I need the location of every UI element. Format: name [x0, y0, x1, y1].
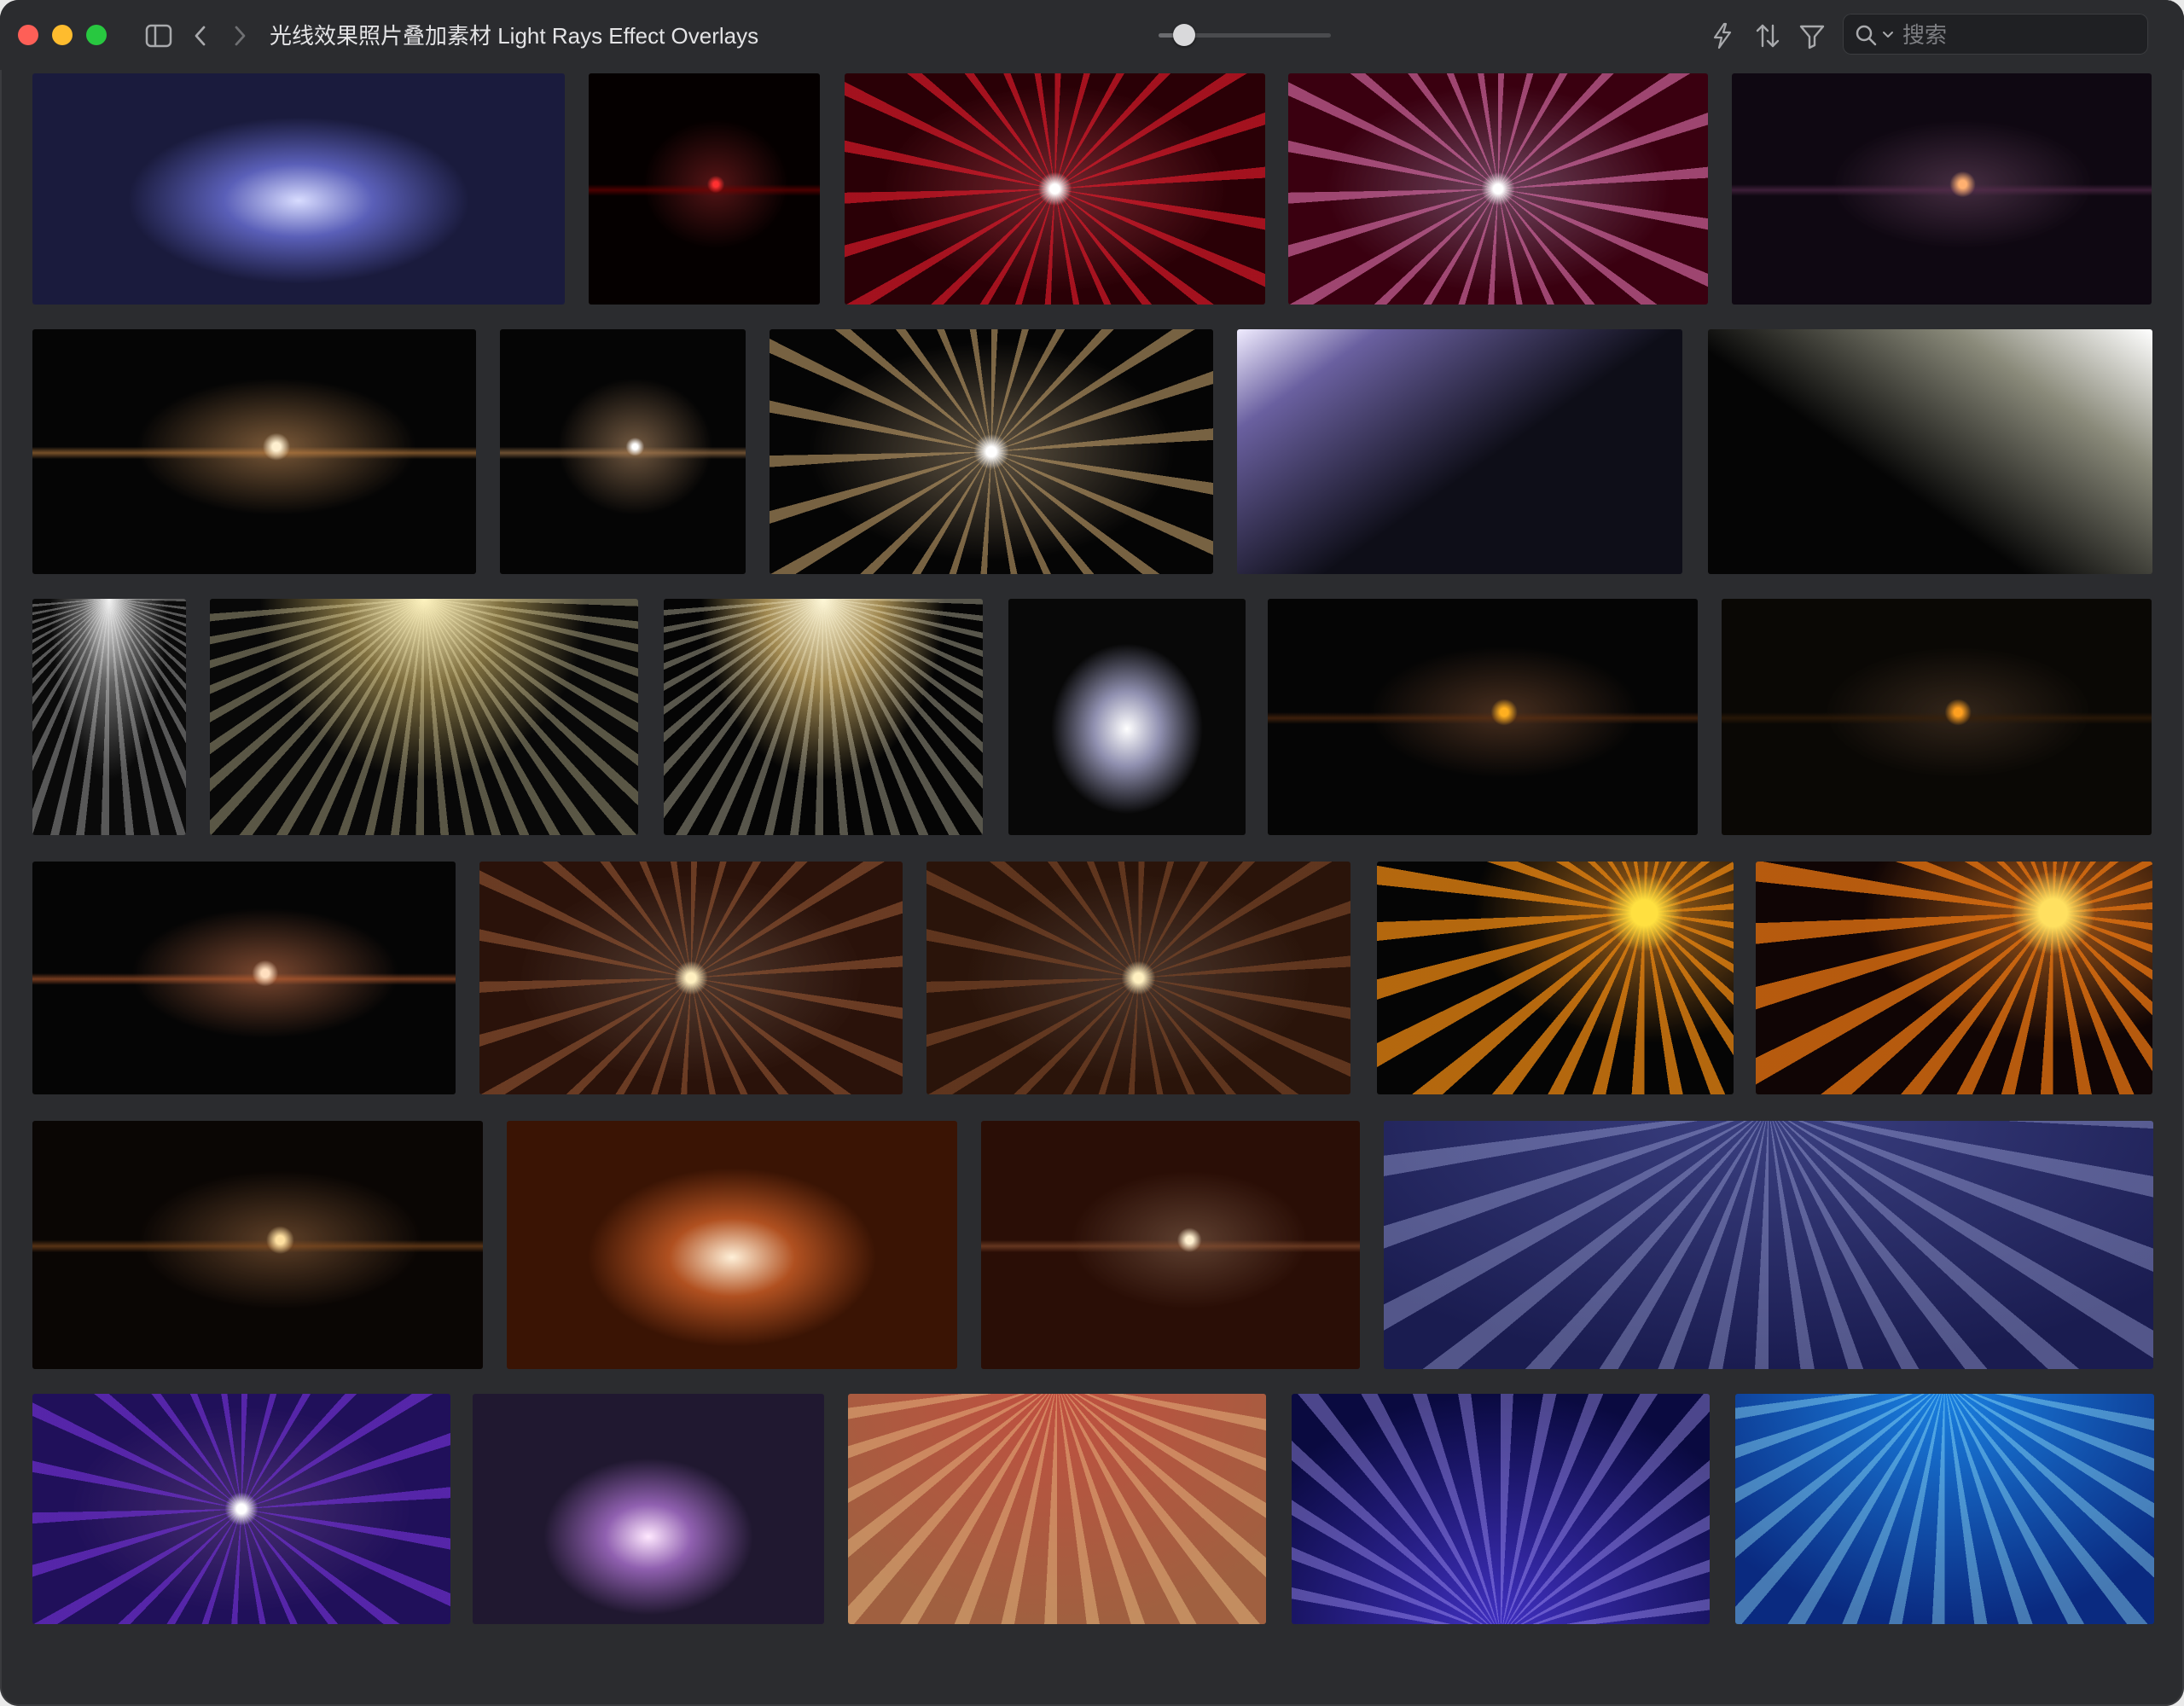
thumbnail-white-diagonal-rays[interactable]: [1708, 329, 2152, 574]
search-field[interactable]: [1843, 14, 2148, 55]
thumbnail-blue-flare-soft[interactable]: [32, 73, 565, 305]
chevron-down-icon[interactable]: [1882, 29, 1894, 44]
app-window: 光线效果照片叠加素材 Light Rays Effect Overlays: [0, 0, 2184, 1706]
thumbnail-red-star-small[interactable]: [589, 73, 820, 305]
thumbnail-gold-spotlight-wide[interactable]: [210, 599, 638, 835]
sort-icon[interactable]: [1754, 20, 1781, 51]
title-bar: 光线效果照片叠加素材 Light Rays Effect Overlays: [0, 0, 2184, 70]
thumbnail-violet-burst[interactable]: [32, 1394, 450, 1624]
maximize-window-button[interactable]: [86, 25, 107, 45]
thumbnail-amber-star-dark[interactable]: [32, 1121, 483, 1369]
thumbnail-gold-spotlight-narrow[interactable]: [664, 599, 983, 835]
thumbnail-violet-orb-column[interactable]: [473, 1394, 824, 1624]
thumbnail-navy-rays[interactable]: [1384, 1121, 2153, 1369]
thumbnail-cyan-rays[interactable]: [1735, 1394, 2154, 1624]
thumbnail-white-gold-burst[interactable]: [770, 329, 1213, 574]
thumbnail-white-orb[interactable]: [1008, 599, 1246, 835]
window-title: 光线效果照片叠加素材 Light Rays Effect Overlays: [270, 23, 759, 49]
thumbnail-gold-star-small[interactable]: [500, 329, 746, 574]
forward-icon[interactable]: [230, 20, 249, 51]
bolt-icon[interactable]: [1710, 20, 1735, 51]
thumbnail-peach-rays[interactable]: [848, 1394, 1266, 1624]
thumbnail-orange-sun-burst-a[interactable]: [1377, 862, 1734, 1094]
thumbnail-red-burst[interactable]: [845, 73, 1265, 305]
slider-handle[interactable]: [1173, 24, 1196, 46]
thumbnail-rainbow-burst[interactable]: [1288, 73, 1708, 305]
minimize-window-button[interactable]: [52, 25, 73, 45]
thumbnail-orange-sun-burst-b[interactable]: [1756, 862, 2152, 1094]
back-icon[interactable]: [191, 20, 210, 51]
filter-icon[interactable]: [1798, 20, 1826, 51]
search-icon: [1855, 24, 1877, 50]
thumbnail-brown-warm-star-b[interactable]: [926, 862, 1350, 1094]
thumbnail-white-spotlight[interactable]: [32, 599, 186, 835]
search-input[interactable]: [1901, 19, 2135, 51]
thumbnail-gold-horizontal-star[interactable]: [32, 329, 476, 574]
thumbnail-lavender-beam[interactable]: [1237, 329, 1682, 574]
thumbnail-orange-star-dim[interactable]: [1722, 599, 2152, 835]
thumbnail-size-slider[interactable]: [1159, 24, 1331, 46]
close-window-button[interactable]: [18, 25, 38, 45]
thumbnail-peach-orb-ghost[interactable]: [507, 1121, 957, 1369]
sidebar-toggle-icon[interactable]: [145, 20, 172, 51]
thumbnail-amber-star-brown[interactable]: [981, 1121, 1360, 1369]
thumbnail-orange-flare-ghost[interactable]: [32, 862, 456, 1094]
thumbnail-purple-glow-dim[interactable]: [1732, 73, 2152, 305]
thumbnail-brown-warm-star-a[interactable]: [479, 862, 903, 1094]
thumbnail-blue-violet-rays[interactable]: [1292, 1394, 1710, 1624]
thumbnail-orange-streak-prism[interactable]: [1268, 599, 1698, 835]
